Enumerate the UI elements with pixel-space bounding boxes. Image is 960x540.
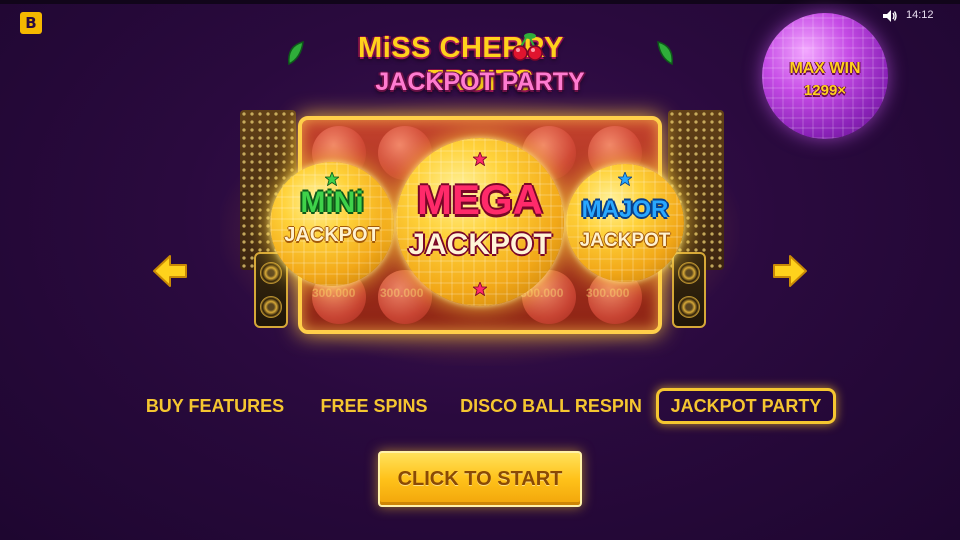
- speaker-right: [672, 252, 706, 328]
- star-icon: [473, 282, 487, 296]
- mini-jackpot-title: MiNi: [300, 186, 364, 219]
- tab-jackpot-party[interactable]: JACKPOT PARTY: [656, 388, 836, 424]
- star-icon: [325, 172, 339, 186]
- next-arrow-icon[interactable]: [772, 254, 808, 288]
- major-jackpot-label: JACKPOT: [579, 230, 671, 251]
- cherry-icon: [512, 33, 543, 61]
- mega-jackpot-title: MEGA: [417, 176, 543, 223]
- feature-tabs: BUY FEATURES FREE SPINS DISCO BALL RESPI…: [0, 388, 960, 426]
- speaker-cone: [260, 262, 282, 284]
- leaf-right-icon: [657, 41, 673, 66]
- top-edge-bar: [0, 0, 960, 4]
- speaker-cone: [678, 296, 700, 318]
- tab-disco-ball-respin[interactable]: DISCO BALL RESPIN: [452, 388, 650, 424]
- reel-amount: 300.000: [380, 286, 424, 300]
- speaker-cone: [678, 262, 700, 284]
- speaker-cone: [260, 296, 282, 318]
- previous-arrow-icon[interactable]: [152, 254, 188, 288]
- speaker-left: [254, 252, 288, 328]
- star-icon: [473, 152, 487, 166]
- star-icon: [618, 172, 632, 186]
- game-title-line2: JACKPOT PARTY: [375, 68, 585, 96]
- max-win-value: 1299×: [803, 82, 847, 99]
- speaker-icon[interactable]: [882, 9, 898, 23]
- brand-logo: B: [20, 12, 42, 34]
- mini-jackpot-label: JACKPOT: [284, 224, 380, 246]
- clock: 14:12: [906, 9, 934, 21]
- reel-amount: 300.000: [312, 286, 356, 300]
- tab-buy-features[interactable]: BUY FEATURES: [140, 388, 290, 424]
- max-win-label: MAX WIN: [789, 60, 861, 77]
- reel-amount: 300.000: [586, 286, 630, 300]
- tab-free-spins[interactable]: FREE SPINS: [312, 388, 436, 424]
- mega-jackpot-label: JACKPOT: [408, 228, 552, 261]
- click-to-start-button[interactable]: CLICK TO START: [378, 451, 582, 507]
- major-jackpot-title: MAJOR: [581, 196, 669, 223]
